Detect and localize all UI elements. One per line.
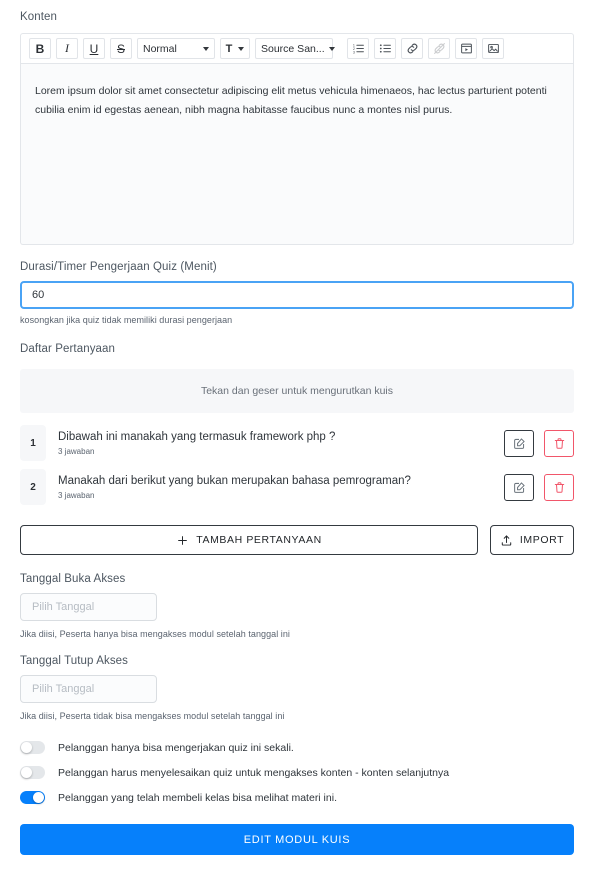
toggle-switch[interactable] [20, 791, 45, 804]
add-question-label: TAMBAH PERTANYAAN [196, 534, 322, 546]
toggle-knob [21, 767, 32, 778]
sort-hint-bar: Tekan dan geser untuk mengurutkan kuis [20, 369, 574, 413]
table-row[interactable]: 2 Manakah dari berikut yang bukan merupa… [20, 467, 574, 507]
toggle-label: Pelanggan harus menyelesaikan quiz untuk… [58, 766, 450, 779]
close-date-helper: Jika diisi, Peserta tidak bisa mengakses… [20, 711, 285, 721]
chevron-down-icon [328, 46, 335, 51]
question-title: Manakah dari berikut yang bukan merupaka… [58, 475, 411, 487]
upload-icon [501, 534, 512, 546]
ordered-list-button[interactable]: 1 2 3 [347, 38, 369, 59]
add-question-button[interactable]: TAMBAH PERTANYAAN [20, 525, 478, 555]
question-actions [504, 429, 574, 457]
open-date-helper: Jika diisi, Peserta hanya bisa mengakses… [20, 629, 290, 639]
block-format-select[interactable]: Normal [137, 38, 215, 59]
underline-button[interactable]: U [83, 38, 105, 59]
close-date-input[interactable]: Pilih Tanggal [20, 675, 157, 703]
quiz-module-form: Konten B I U S Normal T Source San... 1 … [0, 8, 594, 872]
svg-text:3: 3 [352, 50, 354, 54]
strikethrough-button[interactable]: S [110, 38, 132, 59]
delete-question-button[interactable] [544, 473, 574, 501]
import-label: IMPORT [519, 534, 565, 546]
font-family-select[interactable]: Source San... [255, 38, 335, 59]
video-embed-icon [460, 43, 472, 54]
block-format-value: Normal [143, 42, 177, 55]
toggle-switch[interactable] [20, 741, 45, 754]
duration-helper: kosongkan jika quiz tidak memiliki duras… [20, 315, 233, 325]
edit-question-button[interactable] [504, 429, 534, 457]
question-texts: Dibawah ini manakah yang termasuk framew… [58, 430, 504, 456]
question-title: Dibawah ini manakah yang termasuk framew… [58, 431, 336, 443]
edit-pencil-icon [513, 437, 525, 449]
editor-content-area[interactable]: Lorem ipsum dolor sit amet consectetur a… [20, 64, 574, 245]
submit-row: EDIT MODUL KUIS [20, 824, 574, 855]
unlink-icon [433, 43, 445, 54]
questions-list: 1 Dibawah ini manakah yang termasuk fram… [20, 423, 574, 507]
bullet-list-button[interactable] [374, 38, 396, 59]
toggle-row-purchased-access[interactable]: Pelanggan yang telah membeli kelas bisa … [20, 785, 574, 810]
unlink-button[interactable] [428, 38, 450, 59]
delete-question-button[interactable] [544, 429, 574, 457]
sort-hint-text: Tekan dan geser untuk mengurutkan kuis [200, 385, 394, 397]
table-row[interactable]: 1 Dibawah ini manakah yang termasuk fram… [20, 423, 574, 463]
chevron-down-icon [203, 46, 209, 51]
question-number: 2 [20, 469, 46, 505]
link-button[interactable] [401, 38, 423, 59]
toggle-row-require-completion[interactable]: Pelanggan harus menyelesaikan quiz untuk… [20, 760, 574, 785]
toggle-label: Pelanggan hanya bisa mengerjakan quiz in… [58, 741, 294, 754]
editor-toolbar: B I U S Normal T Source San... 1 2 3 [20, 33, 574, 64]
plus-icon [178, 535, 188, 545]
question-actions-row: TAMBAH PERTANYAAN IMPORT [20, 525, 574, 555]
trash-icon [554, 437, 564, 449]
content-label: Konten [20, 11, 58, 23]
edit-pencil-icon [513, 481, 525, 493]
question-answer-count: 3 jawaban [58, 447, 95, 456]
link-icon [407, 43, 417, 54]
edit-question-button[interactable] [504, 473, 534, 501]
toggle-knob [33, 792, 44, 803]
trash-icon [554, 481, 564, 493]
duration-input[interactable]: 60 [20, 281, 574, 309]
question-actions [504, 473, 574, 501]
settings-toggles: Pelanggan hanya bisa mengerjakan quiz in… [20, 735, 574, 810]
font-size-icon: T [225, 42, 233, 55]
video-embed-button[interactable] [455, 38, 477, 59]
question-answer-count: 3 jawaban [58, 491, 95, 500]
question-texts: Manakah dari berikut yang bukan merupaka… [58, 474, 504, 500]
italic-button[interactable]: I [56, 38, 78, 59]
close-date-label: Tanggal Tutup Akses [20, 655, 129, 667]
toggle-knob [21, 742, 32, 753]
questions-label: Daftar Pertanyaan [20, 343, 116, 355]
ordered-list-icon: 1 2 3 [352, 43, 364, 54]
font-size-select[interactable]: T [220, 38, 250, 59]
duration-label: Durasi/Timer Pengerjaan Quiz (Menit) [20, 261, 217, 273]
toggle-row-single-attempt[interactable]: Pelanggan hanya bisa mengerjakan quiz in… [20, 735, 574, 760]
toggle-switch[interactable] [20, 766, 45, 779]
bullet-list-icon [379, 44, 391, 53]
editor-paragraph: Lorem ipsum dolor sit amet consectetur a… [35, 85, 547, 116]
bold-button[interactable]: B [29, 38, 51, 59]
toggle-label: Pelanggan yang telah membeli kelas bisa … [58, 791, 337, 804]
open-date-input[interactable]: Pilih Tanggal [20, 593, 157, 621]
image-icon [487, 43, 499, 54]
image-button[interactable] [482, 38, 504, 59]
import-button[interactable]: IMPORT [490, 525, 574, 555]
chevron-down-icon [238, 46, 245, 51]
question-number: 1 [20, 425, 46, 461]
open-date-label: Tanggal Buka Akses [20, 573, 126, 585]
submit-button[interactable]: EDIT MODUL KUIS [20, 824, 574, 855]
font-family-value: Source San... [261, 42, 325, 55]
